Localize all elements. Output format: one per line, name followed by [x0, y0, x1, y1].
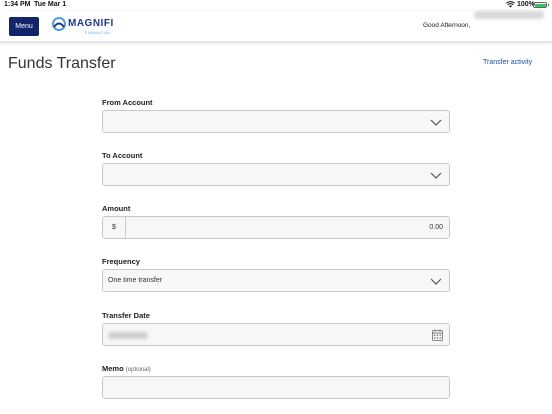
logo-text: MAGNIFI: [68, 18, 114, 29]
amount-value: 0.00: [429, 224, 443, 231]
frequency-value: One time transfer: [108, 277, 163, 284]
status-bar: 1:34 PM Tue Mar 1 100%: [0, 0, 552, 11]
page-title: Funds Transfer: [8, 55, 116, 72]
memo-optional-text: (optional): [125, 367, 151, 373]
to-account-label: To Account: [102, 151, 143, 160]
transfer-date-redacted: [108, 332, 148, 339]
logo-mark-icon: [52, 17, 66, 31]
transfer-date-label: Transfer Date: [102, 311, 150, 320]
memo-label: Memo (optional): [102, 364, 151, 373]
battery-nub: [548, 4, 549, 6]
chevron-down-icon: [430, 172, 442, 179]
to-account-select[interactable]: [102, 163, 450, 186]
calendar-icon[interactable]: [432, 329, 443, 341]
status-date: Tue Mar 1: [34, 1, 67, 8]
chevron-down-icon: [430, 119, 442, 126]
chevron-down-icon: [430, 278, 442, 285]
battery-fill: [534, 3, 546, 7]
from-account-select[interactable]: [102, 110, 450, 133]
transfer-date-input[interactable]: [102, 323, 450, 346]
logo-subtext: FINANCIAL: [85, 30, 112, 35]
memo-label-text: Memo: [102, 364, 124, 373]
from-account-label: From Account: [102, 98, 153, 107]
wifi-icon: [506, 1, 515, 8]
frequency-select[interactable]: One time transfer: [102, 269, 450, 292]
menu-button[interactable]: Menu: [9, 17, 39, 36]
amount-label: Amount: [102, 204, 131, 213]
app-header: Menu MAGNIFI FINANCIAL Good Afternoon,: [0, 11, 552, 42]
transfer-activity-link[interactable]: Transfer activity: [483, 59, 532, 66]
magnifi-logo[interactable]: MAGNIFI FINANCIAL: [51, 15, 113, 37]
memo-input[interactable]: [102, 376, 450, 399]
currency-prefix: $: [103, 217, 126, 238]
amount-input[interactable]: $ 0.00: [102, 216, 450, 239]
battery-icon: [533, 2, 547, 8]
status-time: 1:34 PM: [4, 1, 31, 8]
frequency-label: Frequency: [102, 257, 140, 266]
user-name-redacted: [474, 11, 544, 19]
greeting-text: Good Afternoon,: [423, 22, 471, 29]
